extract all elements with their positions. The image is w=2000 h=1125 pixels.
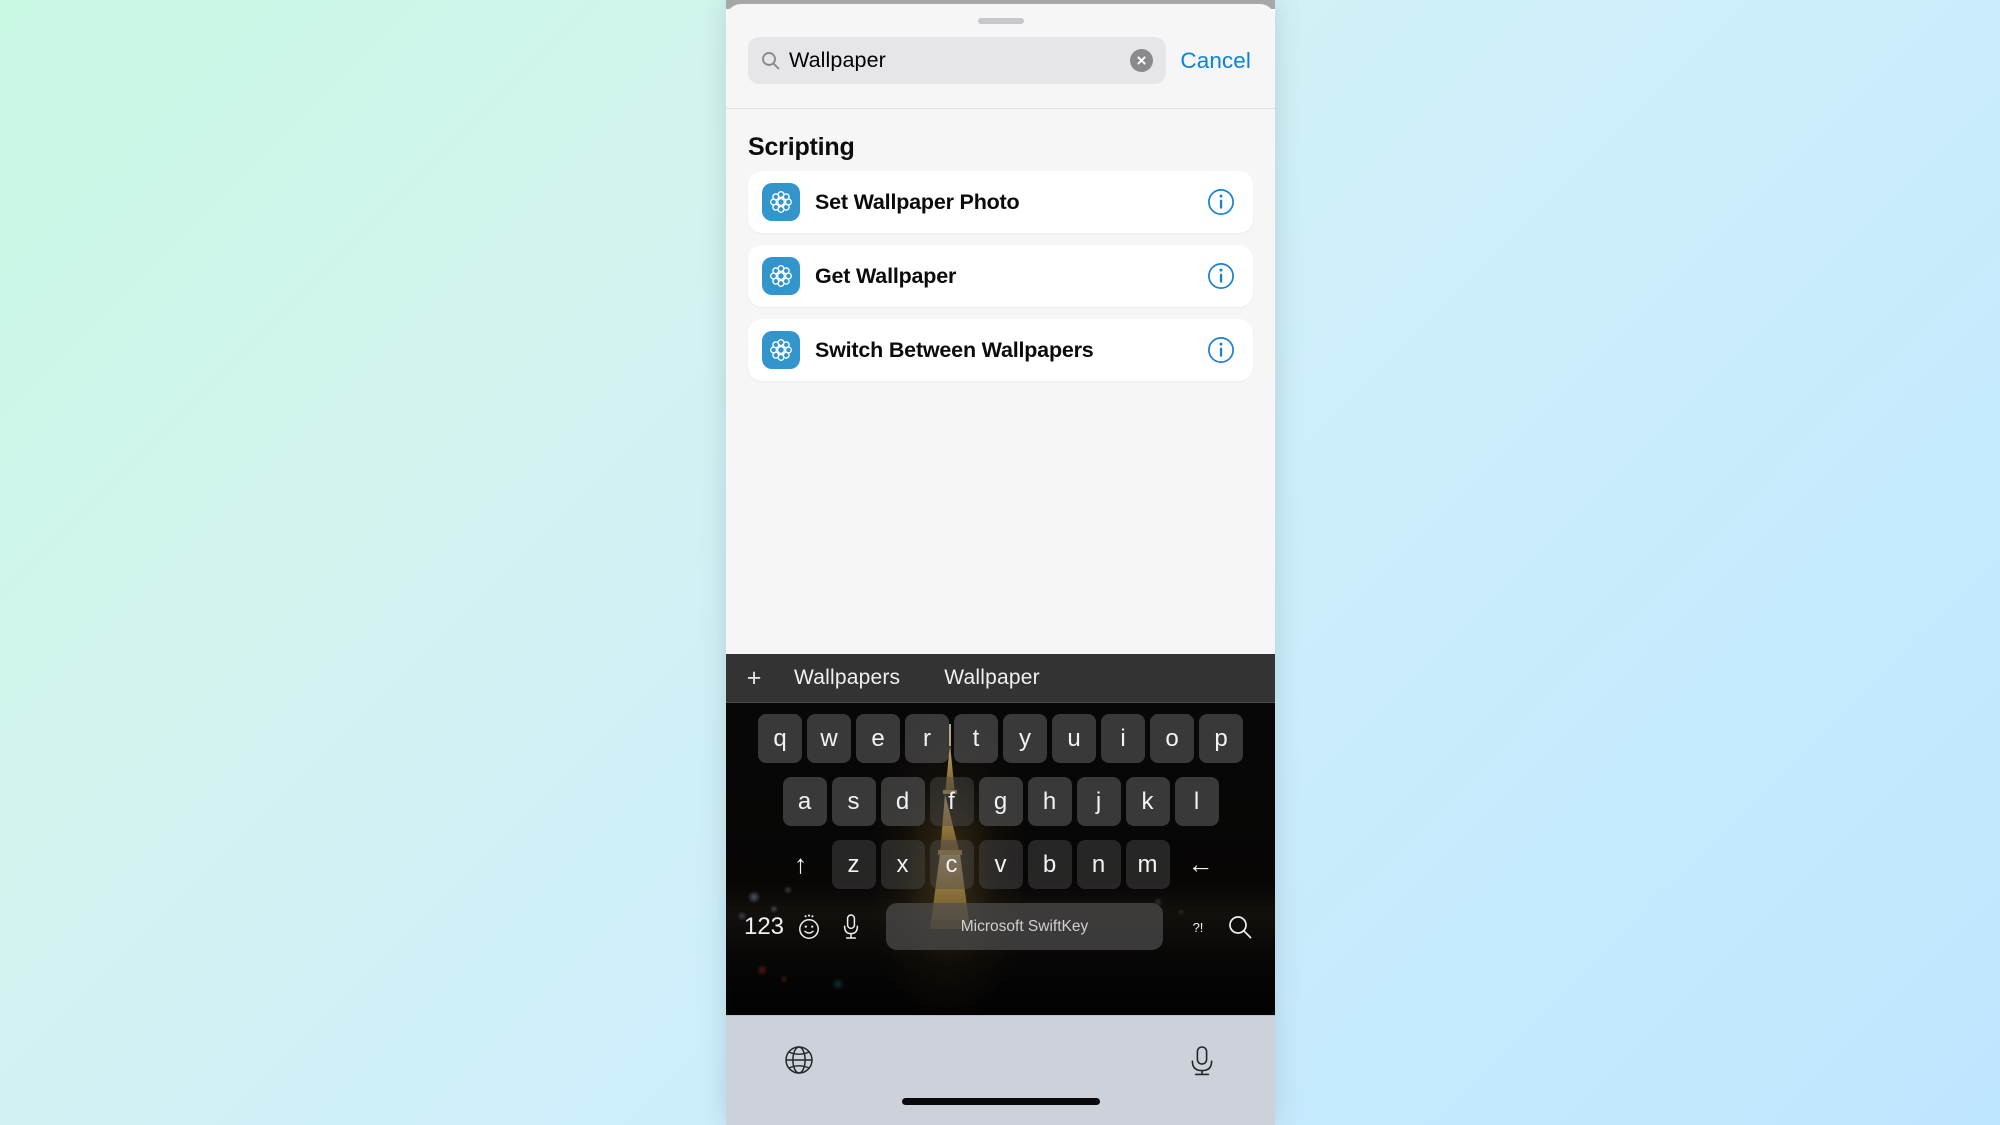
- backspace-key[interactable]: ←: [1175, 840, 1227, 889]
- space-key[interactable]: Microsoft SwiftKey: [886, 903, 1163, 950]
- key-n[interactable]: n: [1076, 840, 1121, 889]
- keyboard-row-bottom: 123 Microsoft SwiftKey ?!: [726, 899, 1275, 954]
- microphone-icon[interactable]: [1185, 1043, 1219, 1077]
- key-z[interactable]: z: [831, 840, 876, 889]
- key-p[interactable]: p: [1199, 714, 1243, 763]
- clear-search-icon[interactable]: [1130, 49, 1154, 72]
- list-item-label: Set Wallpaper Photo: [815, 189, 1020, 214]
- key-d[interactable]: d: [880, 777, 925, 826]
- shortcuts-scripting-icon: [762, 183, 800, 221]
- suggestion-word[interactable]: Wallpaper: [922, 666, 1062, 690]
- search-sheet: Wallpaper Cancel Scripting Set Wallpaper…: [726, 4, 1275, 658]
- key-c[interactable]: c: [929, 840, 974, 889]
- globe-icon[interactable]: [782, 1043, 816, 1077]
- info-icon[interactable]: [1207, 188, 1235, 216]
- info-icon[interactable]: [1207, 262, 1235, 290]
- list-item[interactable]: Get Wallpaper: [748, 245, 1253, 307]
- key-m[interactable]: m: [1125, 840, 1170, 889]
- list-item[interactable]: Switch Between Wallpapers: [748, 319, 1253, 381]
- key-k[interactable]: k: [1125, 777, 1170, 826]
- cancel-button[interactable]: Cancel: [1180, 48, 1253, 74]
- key-b[interactable]: b: [1027, 840, 1072, 889]
- keyboard-row-2: a s d f g h j k l: [726, 773, 1275, 830]
- system-navigation-bar: [726, 1015, 1275, 1125]
- home-indicator[interactable]: [901, 1098, 1100, 1105]
- key-r[interactable]: r: [905, 714, 949, 763]
- suggestion-bar: + Wallpapers Wallpaper: [726, 654, 1275, 703]
- key-a[interactable]: a: [782, 777, 827, 826]
- search-results-list: Scripting Set Wallpaper Photo Get Wallpa…: [726, 109, 1275, 658]
- key-i[interactable]: i: [1101, 714, 1145, 763]
- list-item[interactable]: Set Wallpaper Photo: [748, 171, 1253, 233]
- swiftkey-keyboard: + Wallpapers Wallpaper q w e r t y u i o…: [726, 654, 1275, 1015]
- key-g[interactable]: g: [978, 777, 1023, 826]
- shift-key[interactable]: ↑: [775, 840, 827, 889]
- key-h[interactable]: h: [1027, 777, 1072, 826]
- key-v[interactable]: v: [978, 840, 1023, 889]
- emoji-smiley-icon[interactable]: [788, 912, 830, 942]
- microphone-icon[interactable]: [830, 912, 872, 942]
- search-input-value: Wallpaper: [789, 49, 886, 72]
- key-f[interactable]: f: [929, 777, 974, 826]
- key-o[interactable]: o: [1150, 714, 1194, 763]
- suggestion-word[interactable]: Wallpapers: [772, 666, 922, 690]
- shortcuts-scripting-icon: [762, 331, 800, 369]
- key-q[interactable]: q: [758, 714, 802, 763]
- search-icon[interactable]: [1219, 913, 1261, 941]
- key-j[interactable]: j: [1076, 777, 1121, 826]
- key-u[interactable]: u: [1052, 714, 1096, 763]
- key-x[interactable]: x: [880, 840, 925, 889]
- keyboard-row-1: q w e r t y u i o p: [726, 710, 1275, 767]
- key-y[interactable]: y: [1003, 714, 1047, 763]
- phone-screen: Wallpaper Cancel Scripting Set Wallpaper…: [726, 0, 1275, 1125]
- punctuation-key[interactable]: ?!: [1177, 919, 1219, 935]
- numeric-key[interactable]: 123: [740, 913, 788, 941]
- keyboard-row-3: ↑ z x c v b n m ←: [726, 836, 1275, 893]
- key-l[interactable]: l: [1174, 777, 1219, 826]
- list-item-label: Switch Between Wallpapers: [815, 337, 1094, 362]
- key-e[interactable]: e: [856, 714, 900, 763]
- key-t[interactable]: t: [954, 714, 998, 763]
- info-icon[interactable]: [1207, 336, 1235, 364]
- key-s[interactable]: s: [831, 777, 876, 826]
- add-suggestion-button[interactable]: +: [736, 665, 772, 691]
- section-header-scripting: Scripting: [748, 133, 855, 161]
- key-w[interactable]: w: [807, 714, 851, 763]
- keyboard-rows: q w e r t y u i o p a s d f g h j k l ↑ …: [726, 703, 1275, 954]
- shortcuts-scripting-icon: [762, 257, 800, 295]
- list-item-label: Get Wallpaper: [815, 263, 957, 288]
- search-bar-row: Wallpaper Cancel: [726, 24, 1275, 84]
- search-icon: [761, 51, 780, 70]
- search-input[interactable]: Wallpaper: [748, 37, 1167, 84]
